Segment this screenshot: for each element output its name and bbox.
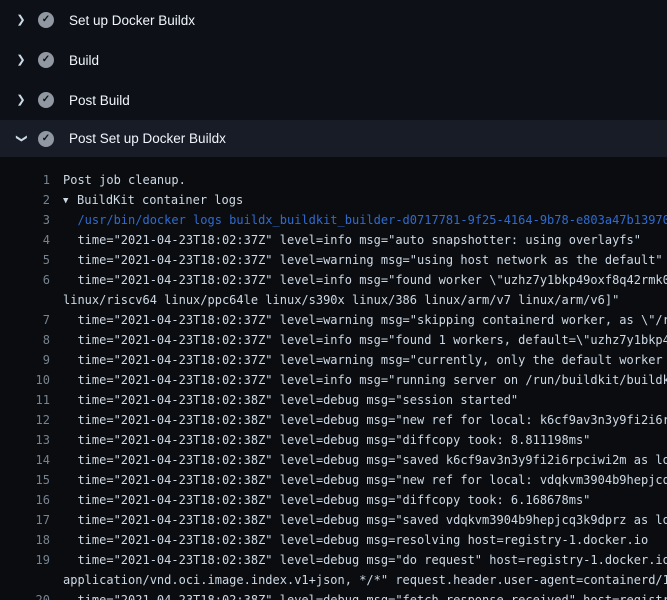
log-line: 11 time="2021-04-23T18:02:38Z" level=deb… — [0, 390, 667, 410]
log-line: 14 time="2021-04-23T18:02:38Z" level=deb… — [0, 450, 667, 470]
log-line-text: time="2021-04-23T18:02:38Z" level=debug … — [50, 510, 667, 530]
log-line-number[interactable]: 16 — [0, 490, 50, 510]
log-line-text: time="2021-04-23T18:02:38Z" level=debug … — [50, 550, 667, 570]
check-icon: ✓ — [38, 92, 54, 108]
log-line-number[interactable]: 1 — [0, 170, 50, 190]
check-icon: ✓ — [38, 52, 54, 68]
log-line-number[interactable]: 10 — [0, 370, 50, 390]
log-line-text: linux/riscv64 linux/ppc64le linux/s390x … — [50, 290, 619, 310]
log-line-number[interactable]: 12 — [0, 410, 50, 430]
log-line: 9 time="2021-04-23T18:02:37Z" level=warn… — [0, 350, 667, 370]
log-line: 17 time="2021-04-23T18:02:38Z" level=deb… — [0, 510, 667, 530]
step-label: Build — [69, 53, 99, 68]
check-icon: ✓ — [38, 12, 54, 28]
log-line-number[interactable]: 3 — [0, 210, 50, 230]
log-line-text: time="2021-04-23T18:02:38Z" level=debug … — [50, 590, 667, 600]
log-line-number[interactable] — [0, 570, 50, 590]
group-toggle-icon[interactable]: ▼ — [63, 191, 77, 210]
chevron-down-icon: ❯ — [16, 131, 27, 147]
log-line: 16 time="2021-04-23T18:02:38Z" level=deb… — [0, 490, 667, 510]
log-line-text: time="2021-04-23T18:02:37Z" level=warnin… — [50, 250, 663, 270]
steps-panel: ❯ ✓ Set up Docker Buildx ❯ ✓ Build ❯ ✓ P… — [0, 0, 667, 157]
log-line-number[interactable]: 14 — [0, 450, 50, 470]
chevron-right-icon: ❯ — [13, 15, 29, 26]
step-row-build[interactable]: ❯ ✓ Build — [0, 40, 667, 80]
chevron-right-icon: ❯ — [13, 95, 29, 106]
log-line: 4 time="2021-04-23T18:02:37Z" level=info… — [0, 230, 667, 250]
log-line-number[interactable]: 13 — [0, 430, 50, 450]
step-row-set-up-docker-buildx[interactable]: ❯ ✓ Set up Docker Buildx — [0, 0, 667, 40]
log-lines: 1 Post job cleanup. 2 ▼BuildKit containe… — [0, 170, 667, 600]
log-line-text: application/vnd.oci.image.index.v1+json,… — [50, 570, 667, 590]
log-line-number[interactable]: 20 — [0, 590, 50, 600]
log-group-label[interactable]: BuildKit container logs — [77, 193, 243, 207]
log-line-number[interactable]: 5 — [0, 250, 50, 270]
log-line-text: time="2021-04-23T18:02:38Z" level=debug … — [50, 430, 590, 450]
log-line: 1 Post job cleanup. — [0, 170, 667, 190]
log-line-number[interactable]: 18 — [0, 530, 50, 550]
log-line-text: time="2021-04-23T18:02:37Z" level=warnin… — [50, 310, 667, 330]
log-line: 13 time="2021-04-23T18:02:38Z" level=deb… — [0, 430, 667, 450]
log-line: 19 time="2021-04-23T18:02:38Z" level=deb… — [0, 550, 667, 570]
log-line-text: /usr/bin/docker logs buildx_buildkit_bui… — [50, 210, 667, 230]
step-label: Set up Docker Buildx — [69, 13, 195, 28]
log-line: linux/riscv64 linux/ppc64le linux/s390x … — [0, 290, 667, 310]
log-line-text: time="2021-04-23T18:02:38Z" level=debug … — [50, 450, 667, 470]
log-line: 5 time="2021-04-23T18:02:37Z" level=warn… — [0, 250, 667, 270]
log-line-number[interactable]: 7 — [0, 310, 50, 330]
log-line-number[interactable]: 9 — [0, 350, 50, 370]
log-line: 18 time="2021-04-23T18:02:38Z" level=deb… — [0, 530, 667, 550]
log-line: 3 /usr/bin/docker logs buildx_buildkit_b… — [0, 210, 667, 230]
step-label: Post Build — [69, 93, 130, 108]
log-line-text: time="2021-04-23T18:02:37Z" level=info m… — [50, 330, 667, 350]
log-line: 7 time="2021-04-23T18:02:37Z" level=warn… — [0, 310, 667, 330]
log-line-text: time="2021-04-23T18:02:38Z" level=debug … — [50, 470, 667, 490]
log-line-text: time="2021-04-23T18:02:38Z" level=debug … — [50, 410, 667, 430]
log-line-text: time="2021-04-23T18:02:38Z" level=debug … — [50, 530, 648, 550]
log-line: 12 time="2021-04-23T18:02:38Z" level=deb… — [0, 410, 667, 430]
step-label: Post Set up Docker Buildx — [69, 131, 226, 146]
log-line-number[interactable]: 4 — [0, 230, 50, 250]
log-line-text: time="2021-04-23T18:02:37Z" level=warnin… — [50, 350, 667, 370]
step-row-post-set-up-docker-buildx[interactable]: ❯ ✓ Post Set up Docker Buildx — [0, 120, 667, 157]
log-line: 20 time="2021-04-23T18:02:38Z" level=deb… — [0, 590, 667, 600]
log-line-number[interactable]: 19 — [0, 550, 50, 570]
log-line-number[interactable]: 2 — [0, 190, 50, 210]
log-panel: 1 Post job cleanup. 2 ▼BuildKit containe… — [0, 157, 667, 600]
log-line-number[interactable]: 6 — [0, 270, 50, 290]
log-line-text[interactable]: ▼BuildKit container logs — [50, 190, 243, 210]
step-row-post-build[interactable]: ❯ ✓ Post Build — [0, 80, 667, 120]
log-line-number[interactable]: 11 — [0, 390, 50, 410]
log-line-text: time="2021-04-23T18:02:38Z" level=debug … — [50, 490, 590, 510]
log-line-number[interactable]: 15 — [0, 470, 50, 490]
log-line: application/vnd.oci.image.index.v1+json,… — [0, 570, 667, 590]
log-line-text: Post job cleanup. — [50, 170, 186, 190]
log-line-text: time="2021-04-23T18:02:37Z" level=info m… — [50, 370, 667, 390]
check-icon: ✓ — [38, 131, 54, 147]
log-line-number[interactable] — [0, 290, 50, 310]
log-line: 2 ▼BuildKit container logs — [0, 190, 667, 210]
log-line-text: time="2021-04-23T18:02:38Z" level=debug … — [50, 390, 518, 410]
log-line: 15 time="2021-04-23T18:02:38Z" level=deb… — [0, 470, 667, 490]
log-line: 6 time="2021-04-23T18:02:37Z" level=info… — [0, 270, 667, 290]
log-line-number[interactable]: 17 — [0, 510, 50, 530]
log-line: 10 time="2021-04-23T18:02:37Z" level=inf… — [0, 370, 667, 390]
log-line-number[interactable]: 8 — [0, 330, 50, 350]
log-line-text: time="2021-04-23T18:02:37Z" level=info m… — [50, 230, 641, 250]
log-line: 8 time="2021-04-23T18:02:37Z" level=info… — [0, 330, 667, 350]
chevron-right-icon: ❯ — [13, 55, 29, 66]
log-line-text: time="2021-04-23T18:02:37Z" level=info m… — [50, 270, 667, 290]
